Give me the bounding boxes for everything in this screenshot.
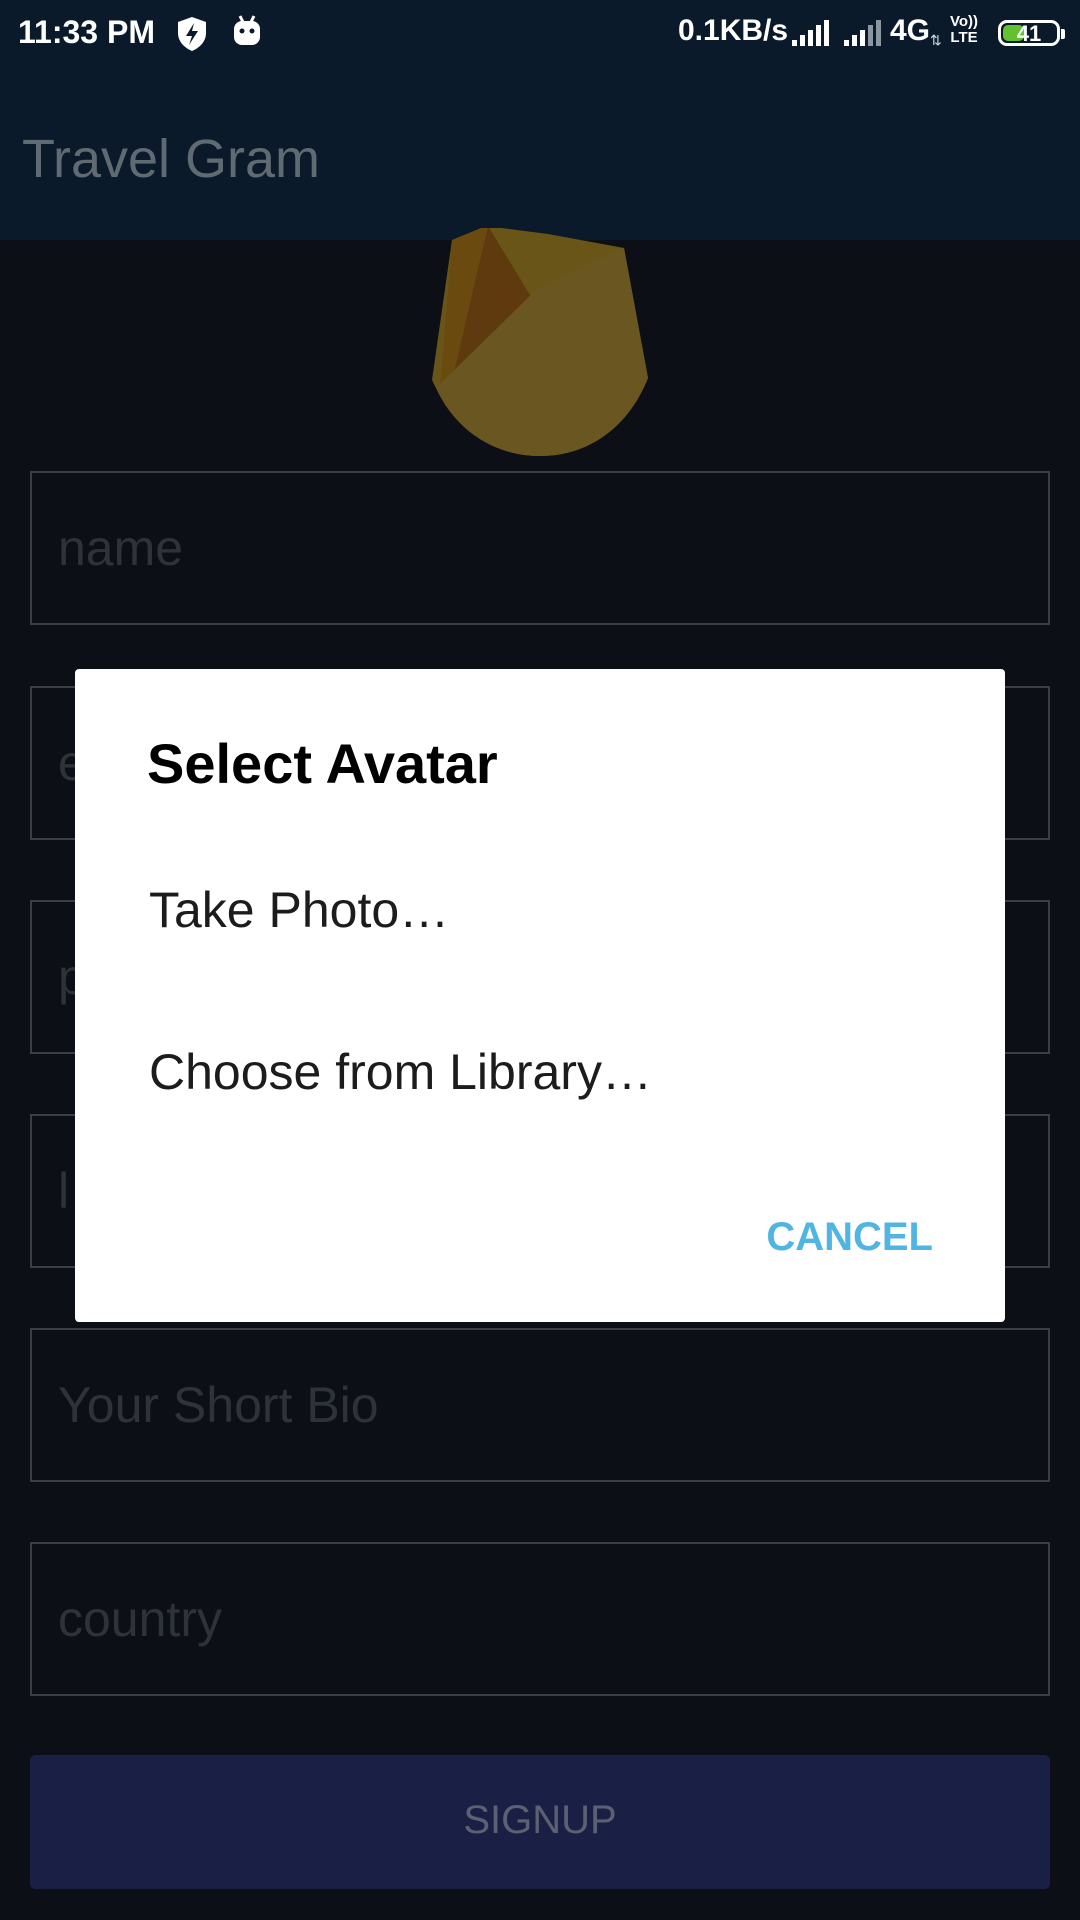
signal-icon (790, 18, 830, 53)
choose-library-option[interactable]: Choose from Library… (149, 1043, 652, 1101)
status-bar: 11:33 PM 0.1KB/s 4G ⇅ Vo)) LTE 41 (0, 0, 1080, 70)
dialog-title: Select Avatar (147, 732, 498, 795)
volte-bottom: LTE (950, 29, 978, 46)
country-placeholder: country (58, 1591, 222, 1647)
shield-bolt-icon (176, 16, 208, 57)
bio-field[interactable]: Your Short Bio (30, 1328, 1050, 1482)
select-avatar-dialog: Select Avatar Take Photo… Choose from Li… (75, 669, 1005, 1322)
name-placeholder: name (58, 520, 184, 576)
network-type: 4G (890, 14, 931, 47)
battery-level: 41 (1016, 21, 1042, 46)
volte-icon: Vo)) LTE (950, 14, 978, 46)
android-icon (232, 14, 262, 55)
battery-icon: 41 (998, 20, 1065, 46)
take-photo-option[interactable]: Take Photo… (149, 881, 449, 939)
status-time: 11:33 PM (18, 14, 155, 50)
signal-icon (842, 18, 882, 53)
country-field[interactable]: country (30, 1542, 1050, 1696)
signup-label: SIGNUP (463, 1798, 617, 1842)
bio-placeholder: Your Short Bio (58, 1377, 379, 1433)
app-bar: Travel Gram (0, 70, 1080, 240)
volte-top: Vo)) (950, 13, 979, 30)
location-placeholder: l (58, 1163, 70, 1219)
battery-tip (1061, 29, 1065, 39)
data-arrows-icon: ⇅ (930, 32, 942, 48)
signup-button[interactable]: SIGNUP (30, 1755, 1050, 1889)
cancel-button[interactable]: CANCEL (766, 1215, 933, 1260)
firebase-flame-icon[interactable] (428, 226, 652, 463)
app-title: Travel Gram (22, 129, 321, 189)
data-rate: 0.1KB/s (678, 14, 789, 47)
name-field[interactable]: name (30, 471, 1050, 625)
